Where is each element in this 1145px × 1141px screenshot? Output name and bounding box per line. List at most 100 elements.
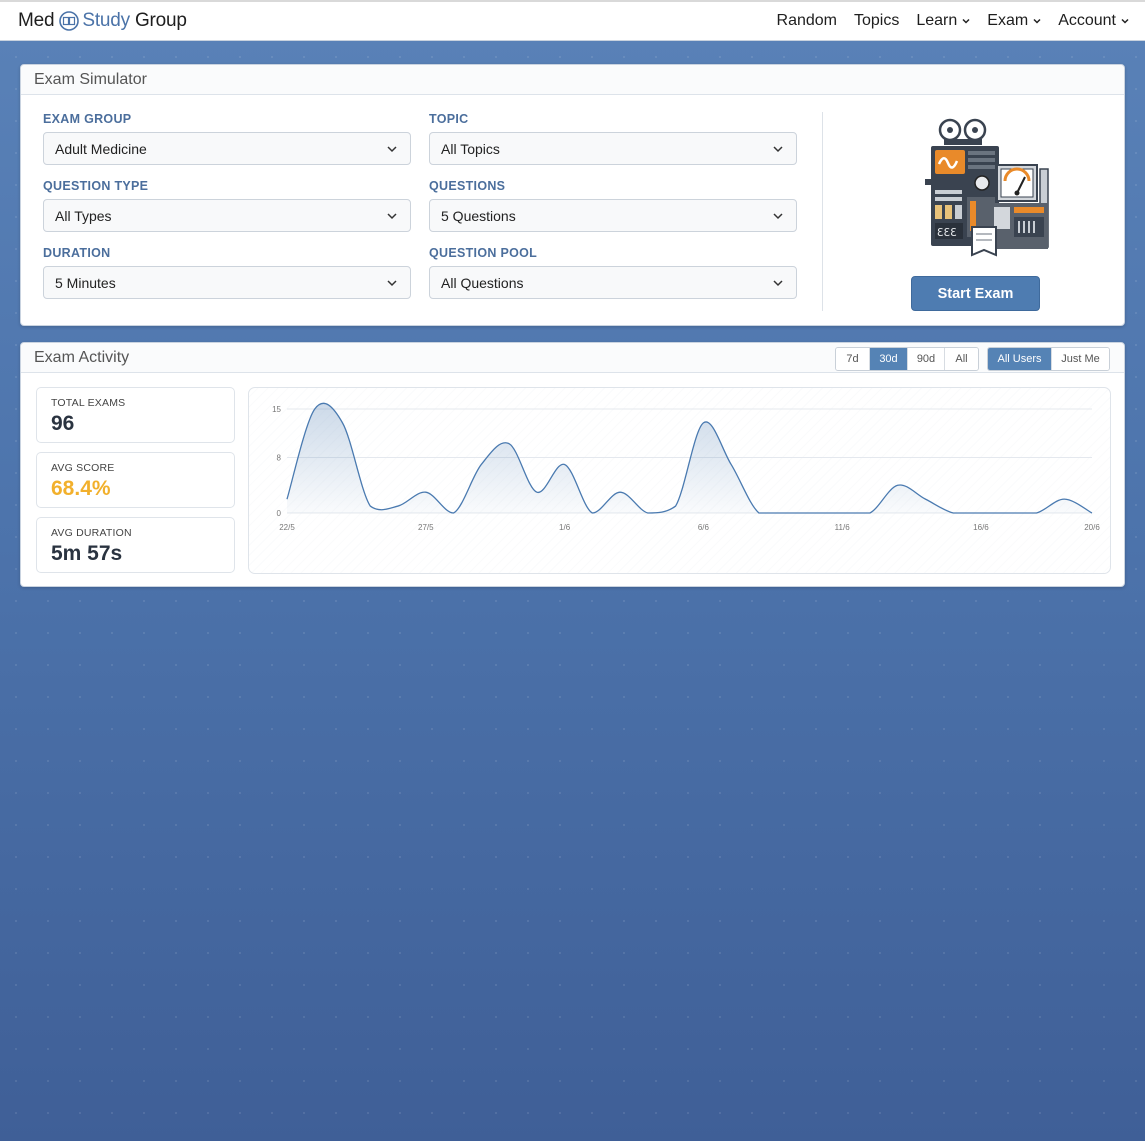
nav-topics[interactable]: Topics — [854, 12, 899, 30]
data-point[interactable] — [452, 512, 455, 515]
activity-chart-svg: 0 8 15 22/5 27/5 1/6 6/6 11/6 16/6 20/6 — [272, 402, 1100, 532]
data-point[interactable] — [286, 498, 289, 501]
data-point[interactable] — [979, 512, 982, 515]
chevron-down-icon — [1033, 18, 1041, 24]
data-point[interactable] — [508, 442, 511, 445]
data-point[interactable] — [563, 463, 566, 466]
data-point[interactable] — [1035, 512, 1038, 515]
questions-value: 5 Questions — [441, 207, 516, 224]
data-point[interactable] — [674, 505, 677, 508]
x-tick-label: 11/6 — [835, 523, 851, 532]
data-point[interactable] — [369, 505, 372, 508]
chevron-down-icon — [387, 279, 397, 286]
data-point[interactable] — [619, 491, 622, 494]
y-tick-label: 0 — [277, 509, 282, 518]
questions-label: QUESTIONS — [429, 179, 506, 193]
data-point[interactable] — [397, 505, 400, 508]
data-point[interactable] — [757, 512, 760, 515]
duration-value: 5 Minutes — [55, 274, 116, 291]
question-type-select[interactable]: All Types — [43, 199, 411, 232]
nav-account-label: Account — [1058, 12, 1116, 29]
logo-word-study: Study — [82, 10, 130, 31]
panel-title: Exam Simulator — [21, 65, 1124, 95]
y-tick-label: 15 — [272, 405, 281, 414]
data-point[interactable] — [896, 484, 899, 487]
stat-avg-score: AVG SCORE 68.4% — [36, 452, 235, 508]
nav-exam-dropdown[interactable]: Exam — [987, 12, 1041, 30]
scope-just-me-button[interactable]: Just Me — [1051, 348, 1109, 370]
data-point[interactable] — [868, 512, 871, 515]
svg-text:ƐƐƐ: ƐƐƐ — [937, 226, 957, 239]
duration-select[interactable]: 5 Minutes — [43, 266, 411, 299]
question-type-label: QUESTION TYPE — [43, 179, 149, 193]
question-pool-label: QUESTION POOL — [429, 246, 538, 260]
y-tick-label: 8 — [277, 454, 282, 463]
exam-simulator-panel: Exam Simulator EXAM GROUP Adult Medicine… — [20, 64, 1125, 326]
chevron-down-icon — [773, 145, 783, 152]
scope-toggle: All Users Just Me — [987, 347, 1110, 371]
data-point[interactable] — [341, 421, 344, 424]
nav-learn-dropdown[interactable]: Learn — [916, 12, 970, 30]
nav-account-dropdown[interactable]: Account — [1058, 12, 1129, 30]
topic-value: All Topics — [441, 140, 500, 157]
stat-value: 96 — [51, 412, 75, 435]
data-point[interactable] — [480, 463, 483, 466]
x-tick-label: 27/5 — [418, 523, 434, 532]
data-point[interactable] — [952, 512, 955, 515]
topic-select[interactable]: All Topics — [429, 132, 797, 165]
x-tick-label: 20/6 — [1084, 523, 1100, 532]
book-logo-icon — [59, 11, 80, 31]
stat-value: 5m 57s — [51, 542, 123, 565]
stat-label: TOTAL EXAMS — [51, 397, 126, 409]
data-point[interactable] — [535, 491, 538, 494]
series-area — [287, 403, 1092, 513]
nav-learn-label: Learn — [916, 12, 958, 29]
chevron-down-icon — [1121, 18, 1129, 24]
vertical-divider — [822, 112, 823, 311]
range-7d-button[interactable]: 7d — [836, 348, 869, 370]
data-point[interactable] — [813, 512, 816, 515]
nav-random-label: Random — [776, 12, 837, 29]
x-tick-label: 1/6 — [559, 523, 571, 532]
chevron-down-icon — [962, 18, 970, 24]
logo-word-med: Med — [18, 10, 55, 31]
chevron-down-icon — [773, 212, 783, 219]
data-point[interactable] — [1063, 498, 1066, 501]
data-point[interactable] — [424, 491, 427, 494]
questions-select[interactable]: 5 Questions — [429, 199, 797, 232]
range-90d-button[interactable]: 90d — [907, 348, 944, 370]
data-point[interactable] — [1007, 512, 1010, 515]
topic-label: TOPIC — [429, 112, 469, 126]
exam-group-value: Adult Medicine — [55, 140, 147, 157]
data-point[interactable] — [785, 512, 788, 515]
nav-random[interactable]: Random — [777, 12, 837, 30]
start-exam-button[interactable]: Start Exam — [911, 276, 1040, 311]
data-point[interactable] — [1091, 512, 1094, 515]
stat-total-exams: TOTAL EXAMS 96 — [36, 387, 235, 443]
data-point[interactable] — [591, 512, 594, 515]
x-tick-label: 16/6 — [973, 523, 989, 532]
question-pool-value: All Questions — [441, 274, 524, 291]
question-pool-select[interactable]: All Questions — [429, 266, 797, 299]
stat-label: AVG DURATION — [51, 527, 132, 539]
data-point[interactable] — [702, 421, 705, 424]
exam-group-select[interactable]: Adult Medicine — [43, 132, 411, 165]
exam-activity-panel: Exam Activity 7d 30d 90d All All Users J… — [20, 342, 1125, 587]
question-type-value: All Types — [55, 207, 112, 224]
scope-all-users-button[interactable]: All Users — [988, 348, 1051, 370]
range-toggle: 7d 30d 90d All — [835, 347, 979, 371]
data-point[interactable] — [730, 463, 733, 466]
data-point[interactable] — [924, 498, 927, 501]
range-all-button[interactable]: All — [944, 348, 978, 370]
duration-label: DURATION — [43, 246, 111, 260]
stat-label: AVG SCORE — [51, 462, 115, 474]
chevron-down-icon — [387, 212, 397, 219]
data-point[interactable] — [646, 512, 649, 515]
data-point[interactable] — [841, 512, 844, 515]
exam-group-label: EXAM GROUP — [43, 112, 132, 126]
range-30d-button[interactable]: 30d — [869, 348, 907, 370]
site-logo[interactable]: Med Study Group — [18, 10, 187, 32]
data-point[interactable] — [313, 408, 316, 411]
activity-chart: 0 8 15 22/5 27/5 1/6 6/6 11/6 16/6 20/6 — [248, 387, 1111, 574]
exam-machine-illustration: ƐƐƐ — [925, 118, 1049, 257]
